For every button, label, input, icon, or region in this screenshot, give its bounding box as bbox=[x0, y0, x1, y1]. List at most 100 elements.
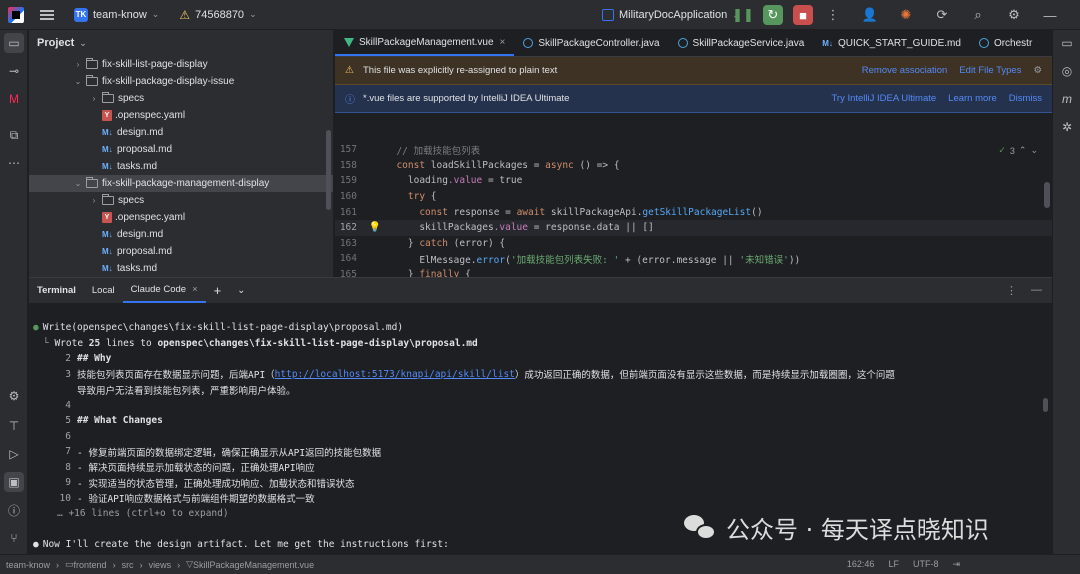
version-control-icon[interactable]: ⑂ bbox=[4, 528, 24, 548]
code-editor[interactable]: 157 // 加载技能包列表 158 const loadSkillPackage… bbox=[335, 142, 1052, 277]
project-folder-icon[interactable]: ▭ bbox=[4, 33, 24, 53]
hide-panel-icon[interactable]: — bbox=[1031, 284, 1042, 297]
chevron-right-icon[interactable]: › bbox=[73, 60, 83, 69]
build-hammer-icon[interactable]: ⊤ bbox=[4, 416, 24, 436]
tree-folder-row[interactable]: › specs bbox=[29, 192, 333, 209]
tree-file-row[interactable]: M↓ design.md bbox=[29, 124, 333, 141]
run-icon[interactable]: ▷ bbox=[4, 444, 24, 464]
banner-settings-gear-icon[interactable]: ⚙ bbox=[1033, 65, 1042, 76]
terminal-scrollbar[interactable] bbox=[1043, 398, 1048, 412]
tree-folder-row[interactable]: › specs bbox=[29, 90, 333, 107]
plugin-tool-icon[interactable]: ✲ bbox=[1057, 117, 1077, 137]
editor-tab[interactable]: Orchestr bbox=[970, 30, 1041, 56]
tree-file-row[interactable]: Y .openspec.yaml bbox=[29, 107, 333, 124]
tree-folder-row[interactable]: › fix-skill-list-page-display bbox=[29, 56, 333, 73]
tree-file-row[interactable]: M↓ design.md bbox=[29, 226, 333, 243]
dismiss-link[interactable]: Dismiss bbox=[1009, 93, 1042, 104]
more-options-icon[interactable]: ⋮ bbox=[1006, 284, 1017, 297]
suspend-icon[interactable]: ❚❚ bbox=[732, 5, 754, 25]
code-line[interactable]: 159 loading.value = true bbox=[335, 173, 1052, 189]
chevron-right-icon[interactable]: › bbox=[89, 196, 99, 205]
terminal-icon[interactable]: ▣ bbox=[4, 472, 24, 492]
tree-file-row[interactable]: M↓ proposal.md bbox=[29, 243, 333, 260]
editor-tab[interactable]: SkillPackageManagement.vue × bbox=[335, 30, 515, 56]
more-actions-icon[interactable]: ⋮ bbox=[823, 5, 843, 25]
edit-file-types-link[interactable]: Edit File Types bbox=[959, 65, 1021, 76]
more-tabs-icon[interactable]: ⋮ bbox=[1041, 30, 1052, 56]
breadcrumb-item[interactable]: SkillPackageManagement.vue bbox=[193, 560, 314, 570]
run-config-name[interactable]: MilitaryDocApplication bbox=[619, 9, 727, 21]
main-menu-icon[interactable] bbox=[40, 9, 54, 20]
code-line[interactable]: 160 try { bbox=[335, 189, 1052, 205]
breadcrumb-item[interactable]: team-know bbox=[6, 560, 50, 570]
tree-file-row[interactable]: Y .openspec.yaml bbox=[29, 209, 333, 226]
terminal-tab[interactable]: Claude Code × bbox=[122, 278, 206, 303]
minimize-icon[interactable]: — bbox=[1040, 5, 1060, 25]
expand-hint[interactable]: … +16 lines (ctrl+o to expand) bbox=[57, 508, 229, 519]
update-icon[interactable]: ⟳ bbox=[932, 5, 952, 25]
code-line[interactable]: 164 ElMessage.error('加载技能包列表失败: ' + (err… bbox=[335, 251, 1052, 267]
api-url-link[interactable]: http://localhost:5173/knapi/api/skill/li… bbox=[275, 369, 515, 380]
tree-folder-row[interactable]: ⌄ fix-skill-package-management-display bbox=[29, 175, 333, 192]
ai-chat-icon[interactable]: ◎ bbox=[1057, 61, 1077, 81]
code-line[interactable]: 165 } finally { bbox=[335, 267, 1052, 277]
chevron-down-icon[interactable]: ⌄ bbox=[249, 9, 257, 20]
rerun-button[interactable]: ↻ bbox=[763, 5, 783, 25]
settings-gear-icon[interactable]: ⚙ bbox=[1004, 5, 1024, 25]
code-line[interactable]: 157 // 加载技能包列表 bbox=[335, 142, 1052, 158]
try-ultimate-link[interactable]: Try IntelliJ IDEA Ultimate bbox=[831, 93, 936, 104]
editor-scrollbar[interactable] bbox=[1044, 182, 1050, 208]
intention-bulb-icon[interactable]: 💡 bbox=[365, 222, 385, 233]
breadcrumb-item[interactable]: src bbox=[122, 560, 134, 570]
terminal-tab[interactable]: Local bbox=[84, 278, 123, 303]
ai-assistant-icon[interactable]: ✺ bbox=[896, 5, 916, 25]
chevron-down-icon[interactable]: ⌄ bbox=[79, 38, 87, 49]
problems-icon[interactable]: ⓘ bbox=[4, 500, 24, 520]
tree-file-row[interactable]: M↓ tasks.md bbox=[29, 158, 333, 175]
project-panel-title[interactable]: Project ⌄ bbox=[29, 30, 333, 56]
editor-tab[interactable]: SkillPackageController.java bbox=[514, 30, 668, 56]
chevron-down-icon[interactable]: ⌄ bbox=[73, 77, 83, 86]
notifications-icon[interactable]: ▭ bbox=[1057, 33, 1077, 53]
project-name[interactable]: team-know bbox=[93, 9, 147, 21]
chevron-right-icon[interactable]: › bbox=[89, 94, 99, 103]
plugin-m-icon[interactable]: M bbox=[4, 89, 24, 109]
tree-file-row[interactable]: M↓ proposal.md bbox=[29, 141, 333, 158]
remove-association-link[interactable]: Remove association bbox=[862, 65, 948, 76]
breadcrumb-item[interactable]: frontend bbox=[74, 560, 107, 570]
breadcrumb-item[interactable]: views bbox=[149, 560, 172, 570]
chevron-down-icon[interactable]: ⌄ bbox=[1030, 145, 1038, 156]
code-line[interactable]: 161 const response = await skillPackageA… bbox=[335, 204, 1052, 220]
markdown-m-icon[interactable]: m bbox=[1057, 89, 1077, 109]
editor-tab[interactable]: M↓ QUICK_START_GUIDE.md bbox=[813, 30, 970, 56]
tree-folder-row[interactable]: ⌄ fix-skill-package-display-issue bbox=[29, 73, 333, 90]
editor-tab[interactable]: SkillPackageService.java bbox=[669, 30, 814, 56]
close-icon[interactable]: × bbox=[192, 284, 198, 295]
code-line[interactable]: 163 } catch (error) { bbox=[335, 236, 1052, 252]
stop-button[interactable]: ■ bbox=[793, 5, 813, 25]
vcs-branch-label[interactable]: 74568870 bbox=[195, 9, 244, 21]
chevron-up-icon[interactable]: ⌃ bbox=[1019, 145, 1027, 156]
indent-settings-icon[interactable]: ⇥ bbox=[952, 559, 960, 570]
commit-icon[interactable]: ⊸ bbox=[4, 61, 24, 81]
project-badge[interactable]: TK bbox=[74, 7, 88, 22]
chevron-down-icon[interactable]: ⌄ bbox=[73, 179, 83, 188]
file-encoding[interactable]: UTF-8 bbox=[913, 559, 939, 570]
code-line[interactable]: 162 💡 skillPackages.value = response.data… bbox=[335, 219, 1052, 236]
chevron-down-icon[interactable]: ⌄ bbox=[229, 278, 253, 303]
line-separator[interactable]: LF bbox=[888, 559, 899, 570]
inspection-widget[interactable]: ✓ 3 ⌃ ⌄ bbox=[998, 145, 1038, 156]
project-scrollbar[interactable] bbox=[326, 130, 331, 210]
new-tab-plus-icon[interactable]: + bbox=[206, 278, 230, 303]
close-icon[interactable]: × bbox=[500, 37, 506, 48]
structure-icon[interactable]: ⧉ bbox=[4, 125, 24, 145]
code-line[interactable]: 158 const loadSkillPackages = async () =… bbox=[335, 158, 1052, 174]
caret-position[interactable]: 162:46 bbox=[847, 559, 875, 570]
more-tools-icon[interactable]: ⋯ bbox=[4, 153, 24, 173]
run-configuration-selector[interactable]: MilitaryDocApplication ⌄ bbox=[602, 0, 740, 30]
learn-more-link[interactable]: Learn more bbox=[948, 93, 997, 104]
search-icon[interactable]: ⌕ bbox=[968, 5, 988, 25]
services-icon[interactable]: ⚙ bbox=[4, 386, 24, 406]
chevron-down-icon[interactable]: ⌄ bbox=[152, 9, 160, 20]
add-user-icon[interactable]: 👤 bbox=[860, 5, 880, 25]
